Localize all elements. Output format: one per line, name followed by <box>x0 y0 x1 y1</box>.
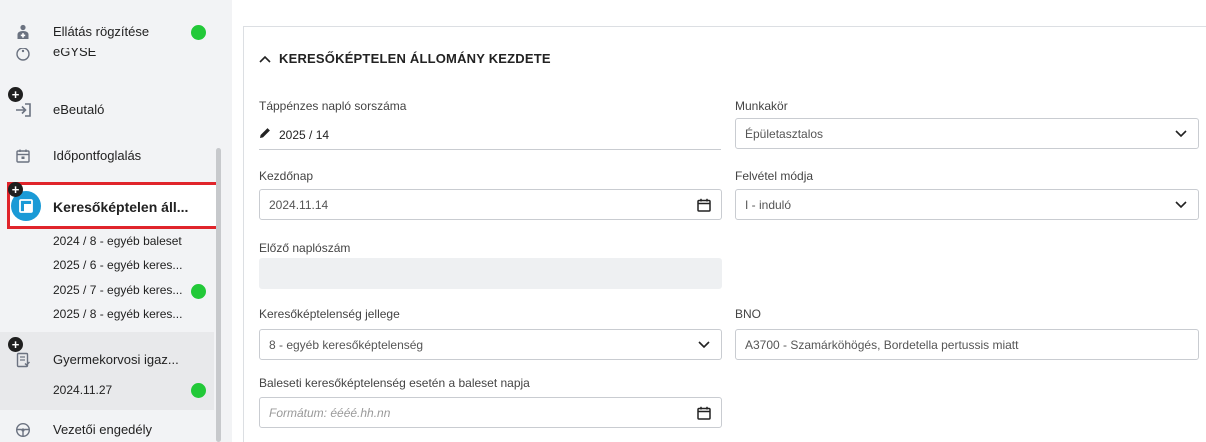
calendar-icon <box>13 146 33 166</box>
sidebar-subitem[interactable]: 2025 / 6 - egyéb keres... <box>53 258 182 272</box>
sidebar-item-egyse[interactable]: eGYSE <box>0 48 214 66</box>
bno-value: A3700 - Szamárköhögés, Bordetella pertus… <box>745 337 1019 352</box>
pencil-icon[interactable] <box>259 127 271 142</box>
form-card: KERESŐKÉPTELEN ÁLLOMÁNY KEZDETE Táppénze… <box>243 26 1206 442</box>
calendar-icon[interactable] <box>696 405 712 421</box>
sidebar-subitem[interactable]: 2024.11.27 <box>53 383 112 397</box>
baleset-date-input[interactable]: Formátum: éééé.hh.nn <box>259 397 722 428</box>
calendar-icon[interactable] <box>696 197 712 213</box>
add-badge-icon[interactable]: + <box>8 87 23 102</box>
tappenz-label: Táppénzes napló sorszáma <box>259 99 407 113</box>
section-title: KERESŐKÉPTELEN ÁLLOMÁNY KEZDETE <box>279 51 551 66</box>
munkakor-select[interactable]: Épületasztalos <box>735 118 1199 149</box>
tappenz-number: 2025 / 14 <box>279 127 330 142</box>
bno-input[interactable]: A3700 - Szamárköhögés, Bordetella pertus… <box>735 329 1199 360</box>
sidebar-item-gyermekorvosi[interactable]: + Gyermekorvosi igaz... <box>0 337 214 372</box>
sidebar: Ellátás rögzítése eGYSE + eBeutaló Időpo… <box>0 0 222 442</box>
section-header[interactable]: KERESŐKÉPTELEN ÁLLOMÁNY KEZDETE <box>259 51 551 66</box>
jelleg-select[interactable]: 8 - egyéb keresőképtelenség <box>259 329 722 360</box>
sidebar-subitem[interactable]: 2024 / 8 - egyéb baleset <box>53 234 182 248</box>
sidebar-item-label: eBeutaló <box>53 102 105 117</box>
steering-wheel-icon <box>13 420 33 440</box>
status-indicator <box>191 383 206 398</box>
sidebar-subitem[interactable]: 2025 / 8 - egyéb keres... <box>53 307 182 321</box>
munkakor-value: Épületasztalos <box>745 126 824 141</box>
referral-icon <box>13 100 33 120</box>
sidebar-item-ellatas-rogzitese[interactable]: Ellátás rögzítése <box>0 20 214 44</box>
tappenz-value[interactable]: 2025 / 14 <box>259 127 329 142</box>
jelleg-label: Keresőképtelenség jellege <box>259 307 400 321</box>
status-indicator <box>191 25 206 40</box>
felvetel-value: I - induló <box>745 197 792 212</box>
elozo-input <box>259 258 722 289</box>
accessibility-icon <box>13 48 33 64</box>
sidebar-item-label: Vezetői engedély <box>53 422 153 437</box>
add-badge-icon[interactable]: + <box>8 182 23 197</box>
kezdonap-label: Kezdőnap <box>259 169 314 183</box>
sidebar-item-label: Keresőképtelen áll... <box>53 199 189 215</box>
sidebar-item-ebeutalo[interactable]: + eBeutaló <box>0 87 214 122</box>
elozo-label: Előző naplószám <box>259 241 351 255</box>
jelleg-value: 8 - egyéb keresőképtelenség <box>269 337 424 352</box>
felvetel-label: Felvétel módja <box>735 169 814 183</box>
sidebar-scrollbar[interactable] <box>216 148 221 442</box>
sidebar-item-idopontfoglalas[interactable]: Időpontfoglalás <box>0 144 214 168</box>
main-content: KERESŐKÉPTELEN ÁLLOMÁNY KEZDETE Táppénze… <box>232 0 1206 442</box>
munkakor-label: Munkakör <box>735 99 788 113</box>
chevron-down-icon[interactable] <box>1173 126 1189 142</box>
sidebar-item-label: Ellátás rögzítése <box>53 24 150 39</box>
sidebar-subitem[interactable]: 2025 / 7 - egyéb keres... <box>53 283 182 297</box>
add-badge-icon[interactable]: + <box>8 337 23 352</box>
sidebar-item-label: Időpontfoglalás <box>53 148 142 163</box>
kezdonap-value: 2024.11.14 <box>269 197 329 212</box>
sidebar-item-label: eGYSE <box>53 48 97 59</box>
divider <box>259 149 721 150</box>
felvetel-select[interactable]: I - induló <box>735 189 1199 220</box>
kezdonap-date-input[interactable]: 2024.11.14 <box>259 189 722 220</box>
status-indicator <box>191 284 206 299</box>
person-medical-icon <box>13 22 33 42</box>
chevron-down-icon[interactable] <box>1173 197 1189 213</box>
sidebar-item-label: Gyermekorvosi igaz... <box>53 352 179 367</box>
sidebar-item-vezetoi-engedely[interactable]: Vezetői engedély <box>0 418 214 442</box>
baleset-label: Baleseti keresőképtelenség esetén a bale… <box>259 376 530 390</box>
chevron-down-icon[interactable] <box>696 337 712 353</box>
baleset-placeholder: Formátum: éééé.hh.nn <box>269 405 391 420</box>
bno-label: BNO <box>735 307 762 321</box>
chevron-up-icon[interactable] <box>259 51 271 66</box>
certificate-icon <box>13 350 33 370</box>
